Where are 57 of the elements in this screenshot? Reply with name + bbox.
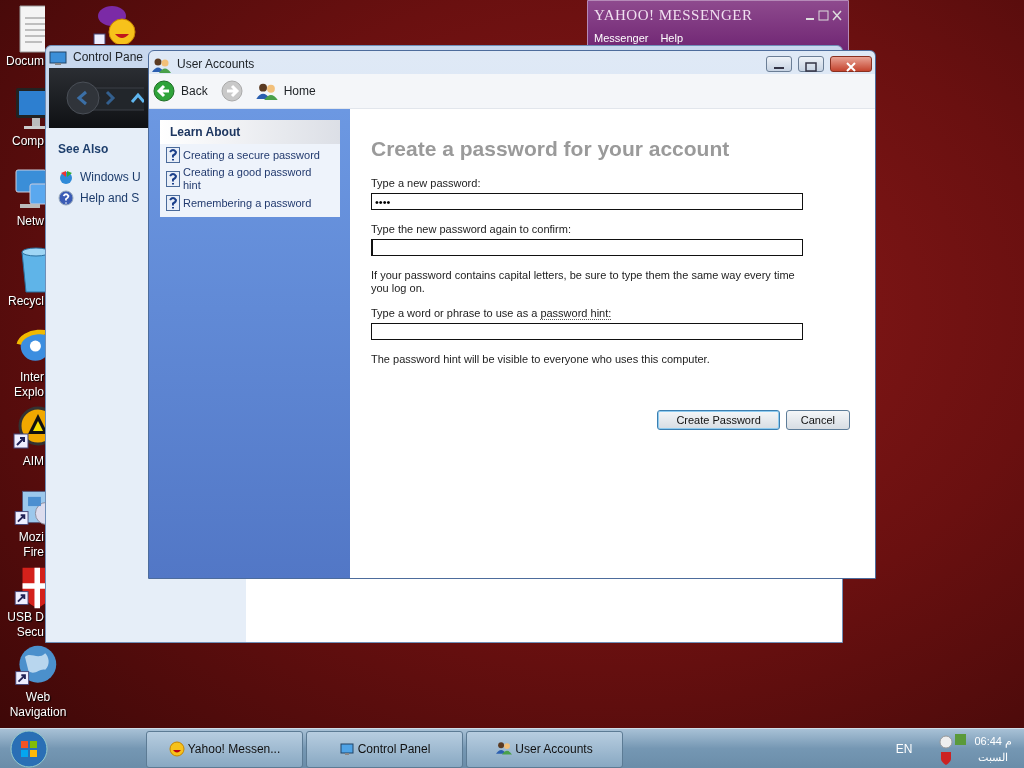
field-label: Type the new password again to confirm: [371,222,572,236]
icon-label[interactable]: Inter Explo [0,370,44,400]
window-title: Control Pane [73,49,144,66]
icon-label[interactable]: USB D Secu [0,610,44,640]
start-button-icon[interactable] [10,729,48,768]
icon-label[interactable]: AIM [0,454,44,469]
menu-item[interactable]: Help [660,29,684,46]
back-button[interactable]: Back [152,79,209,103]
help-icon [166,171,180,187]
help-icon [166,195,180,211]
icon-label[interactable]: Docum [0,54,44,69]
icon-label[interactable]: Comp [0,134,44,149]
minimize-button[interactable] [766,56,792,72]
field-label: Type a word or phrase to use as a [371,306,539,319]
cancel-button[interactable]: Cancel [785,409,850,430]
monitor-icon [338,741,355,757]
password-field[interactable] [371,239,803,256]
sidebar-link[interactable]: Windows U [80,168,141,186]
maximize-icon [805,61,817,72]
icon-label[interactable]: Netw [0,214,44,229]
page-heading: Create a password for your account [371,136,731,162]
help-link[interactable]: Creating a good password hint [183,166,323,192]
panel-heading: Learn About [160,120,340,144]
help-link[interactable]: Remembering a password [183,196,323,210]
create-password-button[interactable]: Create Password [657,409,780,430]
icon-label[interactable]: Mozi Fire [0,530,44,560]
maximize-button[interactable] [798,56,824,72]
taskbar-button[interactable]: Control Panel [306,730,463,768]
smiley-icon [168,741,185,757]
hint-field[interactable] [371,323,803,340]
window-title: User Accounts [177,56,256,73]
icon-label[interactable]: Web Navigation [0,690,76,720]
taskbar-button[interactable]: User Accounts [466,730,623,768]
home-button[interactable]: Home [254,81,317,101]
users-icon [496,741,513,757]
window-title: YAHOO! MESSENGER [594,6,753,25]
help-text: The password hint will be visible to everyone who uses this computer. [371,352,711,366]
close-button[interactable] [830,56,872,72]
help-icon [58,190,74,206]
users-icon [152,56,171,73]
help-icon [166,147,180,163]
help-link[interactable]: password hint: [540,306,612,320]
help-text: If your password contains capital letters, be sure to type them the same way every time you log on. [371,268,796,295]
monitor-icon [49,49,67,66]
window-controls-icon[interactable] [806,10,842,23]
menu-item[interactable]: Messenger [594,29,649,46]
field-label: Type a new password: [371,176,482,190]
section-heading: See Also [58,141,109,158]
close-icon [845,61,857,72]
tray-icons-drawing[interactable] [938,731,969,766]
icon-label[interactable]: Recycl [0,294,44,309]
sidebar-link[interactable]: Help and S [80,189,140,207]
windows-logo-icon [58,169,74,185]
users-icon [255,82,278,100]
help-link[interactable]: Creating a secure password [183,148,323,162]
taskbar-button[interactable]: Yahoo! Messen... [146,730,303,768]
password-field[interactable]: •••• [371,193,803,210]
